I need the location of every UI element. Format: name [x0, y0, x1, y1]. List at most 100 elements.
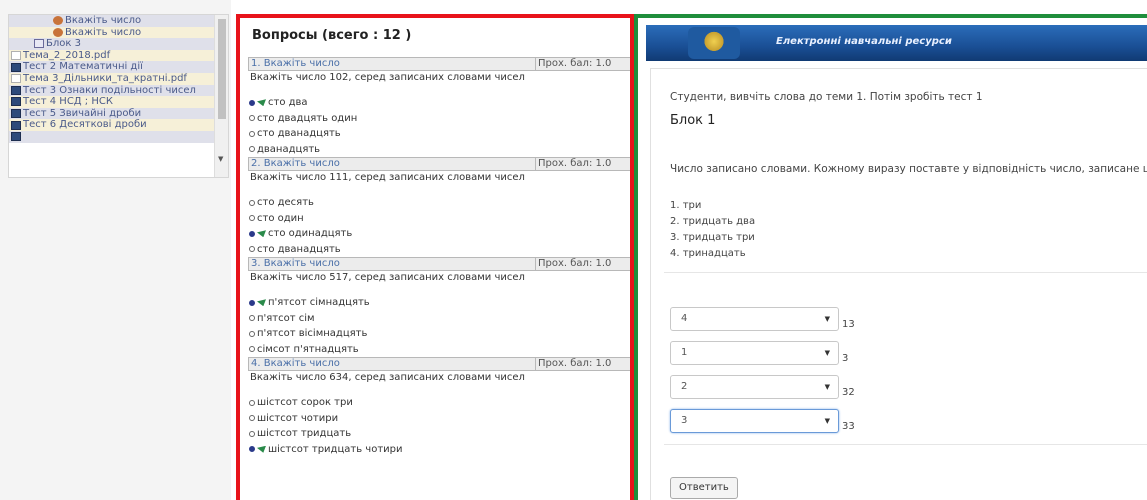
question-number-link[interactable]: 1. Вкажіть число: [249, 58, 340, 70]
scroll-down-arrow-icon[interactable]: ▼: [218, 155, 223, 163]
tree-item[interactable]: Тест 4 НСД ; НСК: [9, 96, 214, 108]
answer-option-label: сто одинадцять: [268, 228, 353, 239]
intro-text: Студенти, вивчіть слова до теми 1. Потім…: [670, 91, 983, 103]
radio-button[interactable]: [249, 199, 255, 206]
tree-list: Вкажіть число Вкажіть число Блок 3 Тема_2_2…: [9, 15, 214, 143]
tree-item[interactable]: Тест 3 Ознаки подільності чисел: [9, 84, 214, 97]
match-number: 3: [842, 353, 849, 364]
answer-option: сто один: [248, 211, 630, 227]
tree-item[interactable]: Тест 5 Звичайні дроби: [9, 107, 214, 120]
question-header: 3. Вкажіть число Прох. бал: 1.0: [248, 257, 630, 271]
answer-option-label: сто один: [257, 212, 304, 224]
tree-item[interactable]: Тема 3_Дільники_та_кратні.pdf: [9, 72, 214, 85]
question-icon: [53, 27, 63, 37]
answer-option: п'ятсот сім: [248, 311, 630, 327]
answer-option: сто дванадцять: [248, 126, 630, 142]
questions-panel: Вопросы (всего : 12 ) 1. Вкажіть число Пр…: [236, 14, 634, 500]
tree-item[interactable]: Блок 3: [9, 38, 214, 50]
question-number-link[interactable]: 3. Вкажіть число: [249, 258, 340, 270]
test-icon: [11, 97, 21, 107]
answer-option-label: п'ятсот сімнадцять: [268, 297, 370, 308]
match-number: 33: [842, 421, 855, 432]
question-list: 1. Вкажіть число Прох. бал: 1.0 Вкажіть чи…: [248, 57, 630, 457]
tree-scrollbar-thumb[interactable]: [218, 19, 226, 119]
correct-flag-icon: [257, 445, 266, 453]
answer-option: сто двадцять один: [248, 111, 630, 127]
tree-item-label: Тест 6 Десяткові дроби: [23, 119, 147, 131]
answer-option: п'ятсот сімнадцять: [248, 295, 630, 311]
chevron-down-icon: ▼: [824, 383, 830, 391]
tree-item[interactable]: Тест 6 Десяткові дроби: [9, 119, 214, 131]
answer-option-label: шістсот тридцать чотири: [268, 443, 403, 455]
match-number: 32: [842, 387, 855, 398]
radio-button[interactable]: [249, 330, 255, 337]
divider: [664, 272, 1147, 273]
radio-button[interactable]: [249, 99, 255, 106]
tree-item[interactable]: Вкажіть число: [9, 15, 214, 27]
question-number-link[interactable]: 2. Вкажіть число: [249, 158, 340, 170]
radio-button[interactable]: [249, 446, 255, 453]
radio-button[interactable]: [249, 346, 255, 353]
question-text: Вкажіть число 102, серед записаних слова…: [250, 72, 525, 83]
answer-option: дванадцять: [248, 142, 630, 158]
tree-item-label: Тема 3_Дільники_та_кратні.pdf: [23, 72, 187, 84]
radio-button[interactable]: [249, 246, 255, 253]
radio-button[interactable]: [249, 215, 255, 222]
tree-item[interactable]: Тема_2_2018.pdf: [9, 49, 214, 62]
answer-option-label: сто дванадцять: [257, 243, 341, 255]
word-item: 1. три: [670, 200, 702, 211]
radio-button[interactable]: [249, 415, 255, 422]
answer-option-label: шістсот сорок три: [257, 397, 353, 408]
site-banner: Електронні навчальні ресурси: [646, 25, 1147, 61]
tree-item-label: Тест 2 Математичні дії: [23, 61, 143, 73]
question-score: Прох. бал: 1.0: [535, 58, 630, 70]
radio-button[interactable]: [249, 399, 255, 406]
block-icon: [34, 39, 44, 49]
chevron-down-icon: ▼: [824, 315, 830, 323]
question-score: Прох. бал: 1.0: [535, 158, 630, 170]
test-body: Студенти, вивчіть слова до теми 1. Потім…: [650, 68, 1147, 500]
match-select[interactable]: 3 ▼: [670, 409, 839, 433]
radio-button[interactable]: [249, 130, 255, 137]
radio-button[interactable]: [249, 299, 255, 306]
radio-button[interactable]: [249, 115, 255, 122]
tree-item[interactable]: [9, 130, 214, 143]
chevron-down-icon: ▼: [824, 349, 830, 357]
match-row: 3 ▼ 33: [670, 399, 855, 433]
divider: [664, 444, 1147, 445]
match-selects: 4 ▼ 13 1 ▼ 3 2 ▼ 32 3 ▼ 33: [670, 297, 855, 433]
questions-title: Вопросы (всего : 12 ): [252, 28, 412, 43]
submit-answer-button[interactable]: Ответить: [670, 477, 738, 499]
question-score: Прох. бал: 1.0: [535, 358, 630, 370]
banner-logo-icon: [688, 27, 740, 59]
answer-option: сто дванадцять: [248, 242, 630, 258]
radio-button[interactable]: [249, 430, 255, 437]
answer-option: п'ятсот вісімнадцять: [248, 326, 630, 342]
match-select[interactable]: 2 ▼: [670, 375, 839, 399]
radio-button[interactable]: [249, 230, 255, 237]
question-number-link[interactable]: 4. Вкажіть число: [249, 358, 340, 370]
radio-button[interactable]: [249, 146, 255, 153]
screen: Вкажіть число Вкажіть число Блок 3 Тема_2_2…: [0, 0, 1147, 500]
tree-item[interactable]: Тест 2 Математичні дії: [9, 61, 214, 73]
tree-scrollbar[interactable]: ▼: [214, 15, 228, 177]
tree-item[interactable]: Вкажіть число: [9, 26, 214, 39]
answer-option-label: сто дванадцять: [257, 128, 341, 139]
match-select[interactable]: 4 ▼: [670, 307, 839, 331]
answer-option: сто одинадцять: [248, 226, 630, 242]
match-row: 1 ▼ 3: [670, 331, 855, 365]
test-icon: [11, 109, 21, 119]
answer-option-label: п'ятсот сім: [257, 312, 315, 324]
answer-option: сто десять: [248, 195, 630, 211]
answer-option: шістсот чотири: [248, 411, 630, 427]
pdf-icon: [11, 51, 21, 61]
match-select[interactable]: 1 ▼: [670, 341, 839, 365]
test-panel: Електронні навчальні ресурси Студенти, в…: [634, 14, 1147, 500]
question-header: 4. Вкажіть число Прох. бал: 1.0: [248, 357, 630, 371]
radio-button[interactable]: [249, 315, 255, 322]
tree-item-label: Тест 4 НСД ; НСК: [23, 96, 113, 108]
test-icon: [11, 85, 21, 95]
answer-option: сімсот п'ятнадцять: [248, 342, 630, 358]
correct-flag-icon: [257, 230, 266, 238]
tree-item-label: Тест 3 Ознаки подільності чисел: [23, 84, 196, 96]
